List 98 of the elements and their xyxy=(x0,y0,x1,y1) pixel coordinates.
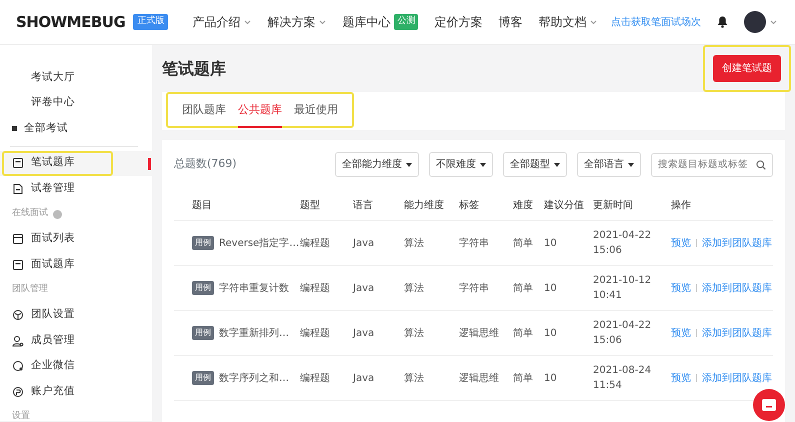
table-cell-text: 编程题 xyxy=(300,372,331,386)
filter-dropdown[interactable]: 不限难度 xyxy=(429,152,493,177)
table-cell-text: 算法 xyxy=(404,372,425,386)
sidebar-item[interactable]: 成员管理 xyxy=(0,328,152,354)
avatar[interactable] xyxy=(744,11,766,33)
total-count: 总题数(769) xyxy=(174,156,237,172)
table-cell-text: 2021-10-12 10:41 xyxy=(593,274,652,303)
sidebar-item[interactable]: 面试题库 xyxy=(0,252,152,278)
action-link[interactable]: 预览 xyxy=(671,280,691,296)
nav-link[interactable]: 帮助文档 xyxy=(538,13,598,31)
table-cell-text: 简单 xyxy=(513,372,534,386)
table-cell-text: 2021-04-22 15:06 xyxy=(593,319,652,348)
nav-link[interactable]: 解决方案 xyxy=(267,13,326,31)
sidebar-item[interactable]: 试卷管理 xyxy=(0,176,152,202)
nav-link[interactable]: 定价方案 xyxy=(434,13,482,31)
sidebar-item[interactable]: 团队设置 xyxy=(0,302,152,328)
tag: 用例 xyxy=(192,326,214,340)
create-button[interactable]: 创建笔试题 xyxy=(713,55,781,82)
sidebar-item[interactable]: 企业微信 xyxy=(0,354,152,379)
action-link[interactable]: 预览 xyxy=(671,370,691,386)
table-cell-text: 10 xyxy=(544,236,558,250)
bullet-icon xyxy=(12,126,17,132)
table-cell-text: 算法 xyxy=(404,282,425,296)
calendar-icon xyxy=(12,233,24,246)
table-cell-text: 10 xyxy=(544,282,558,296)
tag: 用例 xyxy=(192,281,214,295)
table-cell-text: 编程题 xyxy=(300,282,331,296)
edition-badge: 正式版 xyxy=(133,14,168,30)
tag: 用例 xyxy=(192,371,214,385)
search-field[interactable]: 搜索题目标题或标签 xyxy=(651,152,773,176)
table-cell-text: Java xyxy=(353,326,376,340)
table-cell-text: 字符串 xyxy=(459,236,490,250)
chat-icon xyxy=(762,399,776,411)
table-cell-text: 算法 xyxy=(404,236,425,250)
table-cell-text: 10 xyxy=(544,326,558,340)
nav-link[interactable]: 产品介绍 xyxy=(192,13,252,31)
column-header: 更新时间 xyxy=(593,198,634,213)
table-cell-text: 编程题 xyxy=(300,236,331,250)
table-cell-text: Java xyxy=(353,282,376,296)
tab[interactable]: 公共题库 xyxy=(238,92,282,128)
nav-link[interactable]: 博客 xyxy=(498,13,522,31)
filter-dropdown[interactable]: 全部语言 xyxy=(577,152,641,177)
table-cell-text: Java xyxy=(353,372,376,386)
sidebar-item[interactable]: 考试大厅 xyxy=(0,65,152,90)
sidebar-item[interactable]: 笔试题库 xyxy=(0,150,152,176)
action-link[interactable]: 添加到团队题库 xyxy=(702,280,772,296)
logo[interactable]: SHOWMEBUG xyxy=(16,10,126,34)
table-cell-text: 简单 xyxy=(513,282,534,296)
chevron-icon xyxy=(590,20,598,24)
table-cell-text: 10 xyxy=(544,372,558,386)
question-title[interactable]: 字符串重复计数 xyxy=(219,280,289,296)
question-title[interactable]: Reverse指定字… xyxy=(219,236,300,250)
action-link[interactable]: 添加到团队题库 xyxy=(702,236,772,250)
search-icon[interactable] xyxy=(756,160,766,170)
action-link[interactable]: 预览 xyxy=(671,236,691,250)
sidebar-item[interactable]: 全部考试 xyxy=(0,116,152,142)
bell-icon[interactable] xyxy=(717,16,728,28)
beta-badge: 公测 xyxy=(394,14,418,30)
table-cell-text: 2021-04-22 15:06 xyxy=(593,229,652,258)
table-cell-text: 字符串 xyxy=(459,282,490,296)
page-title: 笔试题库 xyxy=(162,58,226,78)
table-cell-text: 算法 xyxy=(404,326,425,340)
tab[interactable]: 团队题库 xyxy=(182,92,226,128)
tab[interactable]: 最近使用 xyxy=(294,92,338,128)
nav-link[interactable]: 题库中心 公测 xyxy=(342,13,418,31)
column-header: 标签 xyxy=(459,198,480,213)
tag: 用例 xyxy=(192,236,214,250)
sidebar-item[interactable]: 评卷中心 xyxy=(0,90,152,116)
chevron-icon xyxy=(319,20,326,24)
sidebar-item[interactable]: 账户充值 xyxy=(0,379,152,404)
column-header: 语言 xyxy=(353,198,374,213)
column-header: 题型 xyxy=(300,198,321,213)
action-link[interactable]: 预览 xyxy=(671,326,691,340)
action-link[interactable]: 添加到团队题库 xyxy=(702,370,772,386)
section-label: 团队管理 xyxy=(12,283,48,296)
table-cell-text: 逻辑思维 xyxy=(459,326,500,340)
column-header: 难度 xyxy=(513,198,534,213)
column-header: 题目 xyxy=(192,199,213,213)
table-cell-text: 逻辑思维 xyxy=(459,372,500,386)
section-label: 在线面试 xyxy=(12,207,48,220)
column-header: 建议分值 xyxy=(544,198,585,213)
table-cell-text: 简单 xyxy=(513,236,534,250)
section-label: 设置 xyxy=(12,410,30,421)
table-cell-text: 编程题 xyxy=(300,326,331,340)
chevron-icon xyxy=(770,20,777,24)
table-cell-text: 简单 xyxy=(513,326,534,340)
filter-dropdown[interactable]: 全部能力维度 xyxy=(335,152,419,177)
question-title[interactable]: 数字序列之和… xyxy=(219,370,289,386)
action-link[interactable]: 添加到团队题库 xyxy=(702,326,772,340)
sidebar-item[interactable]: 面试列表 xyxy=(0,226,152,252)
column-header: 能力维度 xyxy=(404,198,445,213)
table-cell-text: Java xyxy=(353,236,376,250)
promo-link[interactable]: 点击获取笔面试场次 xyxy=(611,14,701,30)
chevron-icon xyxy=(244,20,252,24)
table-cell-text: 2021-08-24 11:54 xyxy=(593,364,652,393)
column-header: 操作 xyxy=(671,199,692,213)
filter-dropdown[interactable]: 全部题型 xyxy=(503,152,567,177)
question-title[interactable]: 数字重新排列… xyxy=(219,326,289,340)
